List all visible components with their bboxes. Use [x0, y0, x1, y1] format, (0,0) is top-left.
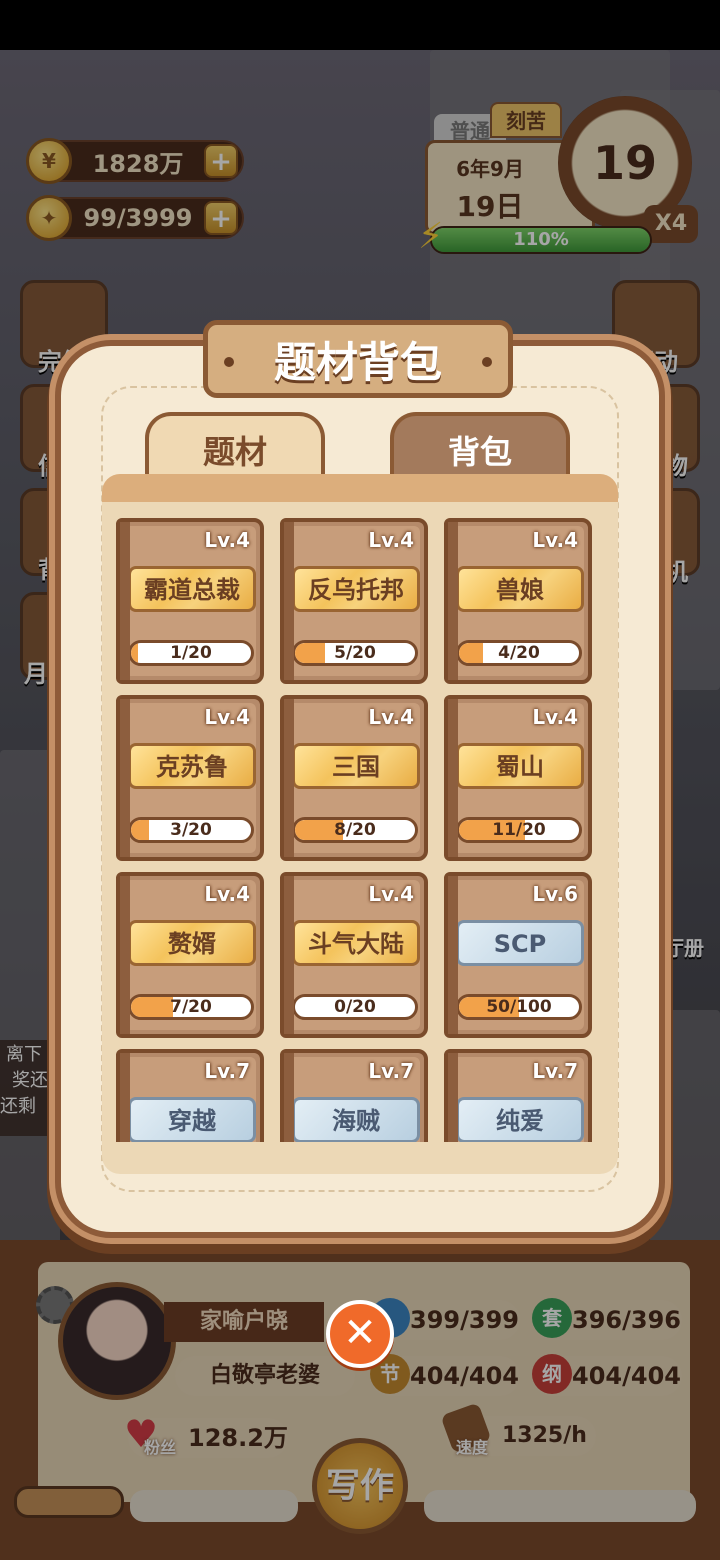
title-rivet-right [482, 357, 492, 367]
topic-name: 三国 [292, 743, 420, 789]
topic-card[interactable]: Lv.4 三国 8/20 [280, 695, 428, 861]
topic-level: Lv.4 [532, 528, 578, 552]
close-button[interactable]: ✕ [326, 1300, 394, 1368]
topic-level: Lv.4 [368, 528, 414, 552]
topic-progress-bar: 0/20 [292, 994, 418, 1020]
topic-name: 斗气大陆 [292, 920, 420, 966]
topic-level: Lv.7 [204, 1059, 250, 1083]
topic-level: Lv.4 [368, 705, 414, 729]
panel-header-strip [102, 474, 618, 502]
status-bar [0, 0, 720, 50]
topic-level: Lv.6 [532, 882, 578, 906]
topic-card[interactable]: Lv.4 赘婿 7/20 [116, 872, 264, 1038]
topic-card[interactable]: Lv.6 SCP 50/100 [444, 872, 592, 1038]
modal-title: 题材背包 [273, 337, 442, 387]
topic-level: Lv.4 [204, 882, 250, 906]
topic-name: 赘婿 [128, 920, 256, 966]
modal-title-plate: 题材背包 [203, 320, 513, 398]
topic-name: 反乌托邦 [292, 566, 420, 612]
topic-card[interactable]: Lv.4 斗气大陆 0/20 [280, 872, 428, 1038]
topic-progress-bar: 7/20 [128, 994, 254, 1020]
topic-card[interactable]: Lv.7 海贼 [280, 1049, 428, 1142]
topic-level: Lv.7 [368, 1059, 414, 1083]
topic-card[interactable]: Lv.4 蜀山 11/20 [444, 695, 592, 861]
topic-progress-text: 8/20 [334, 820, 376, 840]
topic-card[interactable]: Lv.7 穿越 [116, 1049, 264, 1142]
topic-card[interactable]: Lv.4 克苏鲁 3/20 [116, 695, 264, 861]
topic-progress-text: 4/20 [498, 643, 540, 663]
topic-card[interactable]: Lv.4 兽娘 4/20 [444, 518, 592, 684]
topic-name: 蜀山 [456, 743, 584, 789]
topic-progress-bar: 50/100 [456, 994, 582, 1020]
topic-card[interactable]: Lv.4 反乌托邦 5/20 [280, 518, 428, 684]
topic-progress-text: 11/20 [492, 820, 546, 840]
topic-level: Lv.7 [532, 1059, 578, 1083]
topic-progress-text: 50/100 [486, 997, 552, 1017]
topic-level: Lv.4 [532, 705, 578, 729]
topic-level: Lv.4 [204, 528, 250, 552]
topic-progress-bar: 8/20 [292, 817, 418, 843]
topics-panel: Lv.4 霸道总裁 1/20 Lv.4 反乌托邦 5/20 Lv.4 兽娘 4/20 Lv.4 克苏… [102, 474, 618, 1174]
topic-name: 兽娘 [456, 566, 584, 612]
title-rivet-left [224, 357, 234, 367]
topic-name: 纯爱 [456, 1097, 584, 1142]
topic-name: 霸道总裁 [128, 566, 256, 612]
topic-card[interactable]: Lv.4 霸道总裁 1/20 [116, 518, 264, 684]
topic-progress-text: 3/20 [170, 820, 212, 840]
topic-progress-text: 0/20 [334, 997, 376, 1017]
topic-card[interactable]: Lv.7 纯爱 [444, 1049, 592, 1142]
topic-progress-text: 1/20 [170, 643, 212, 663]
topic-progress-bar: 1/20 [128, 640, 254, 666]
topic-progress-bar: 3/20 [128, 817, 254, 843]
topics-grid[interactable]: Lv.4 霸道总裁 1/20 Lv.4 反乌托邦 5/20 Lv.4 兽娘 4/20 Lv.4 克苏… [102, 514, 618, 1142]
topic-progress-text: 5/20 [334, 643, 376, 663]
topic-name: 海贼 [292, 1097, 420, 1142]
topic-level: Lv.4 [368, 882, 414, 906]
topic-name: 穿越 [128, 1097, 256, 1142]
topic-name: 克苏鲁 [128, 743, 256, 789]
topic-name: SCP [456, 920, 584, 966]
topic-progress-bar: 11/20 [456, 817, 582, 843]
topic-level: Lv.4 [204, 705, 250, 729]
topic-progress-bar: 4/20 [456, 640, 582, 666]
topic-progress-text: 7/20 [170, 997, 212, 1017]
topic-progress-bar: 5/20 [292, 640, 418, 666]
